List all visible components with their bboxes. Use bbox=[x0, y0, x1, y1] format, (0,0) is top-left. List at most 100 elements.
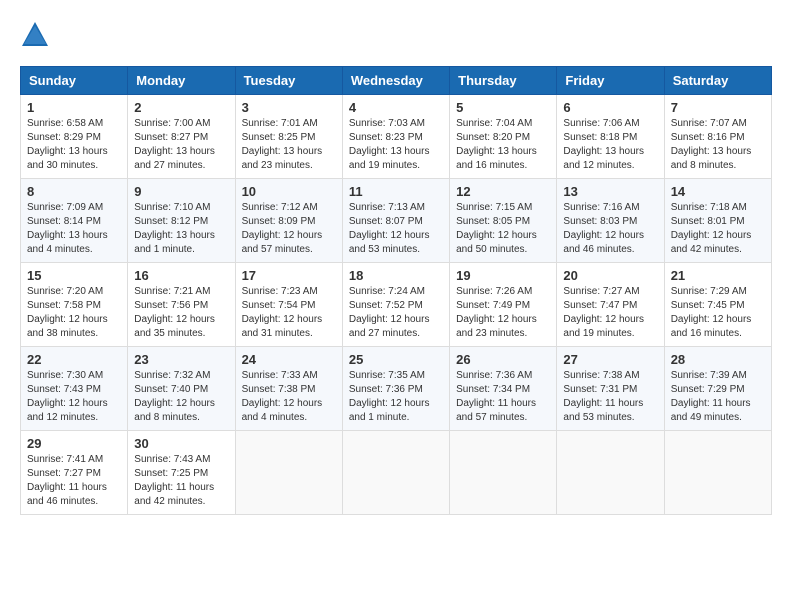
day-info: Sunrise: 7:00 AMSunset: 8:27 PMDaylight:… bbox=[134, 117, 228, 173]
calendar-week-row: 15Sunrise: 7:20 AMSunset: 7:58 PMDayligh… bbox=[21, 263, 772, 347]
day-number: 20 bbox=[563, 268, 657, 283]
day-info: Sunrise: 7:04 AMSunset: 8:20 PMDaylight:… bbox=[456, 117, 550, 173]
day-info: Sunrise: 7:43 AMSunset: 7:25 PMDaylight:… bbox=[134, 453, 228, 509]
day-info: Sunrise: 7:41 AMSunset: 7:27 PMDaylight:… bbox=[27, 453, 121, 509]
day-number: 25 bbox=[349, 352, 443, 367]
calendar-header-row: SundayMondayTuesdayWednesdayThursdayFrid… bbox=[21, 67, 772, 95]
day-info: Sunrise: 7:18 AMSunset: 8:01 PMDaylight:… bbox=[671, 201, 765, 257]
table-row: 1 Sunrise: 6:58 AMSunset: 8:29 PMDaylight… bbox=[21, 95, 128, 179]
logo bbox=[20, 20, 54, 50]
day-info: Sunrise: 7:32 AMSunset: 7:40 PMDaylight:… bbox=[134, 369, 228, 425]
table-row: 16 Sunrise: 7:21 AMSunset: 7:56 PMDayligh… bbox=[128, 263, 235, 347]
day-number: 21 bbox=[671, 268, 765, 283]
table-row bbox=[557, 431, 664, 515]
day-info: Sunrise: 7:27 AMSunset: 7:47 PMDaylight:… bbox=[563, 285, 657, 341]
table-row: 26Sunrise: 7:36 AMSunset: 7:34 PMDayligh… bbox=[450, 347, 557, 431]
day-info: Sunrise: 7:06 AMSunset: 8:18 PMDaylight:… bbox=[563, 117, 657, 173]
calendar-table: SundayMondayTuesdayWednesdayThursdayFrid… bbox=[20, 66, 772, 515]
day-info: Sunrise: 7:15 AMSunset: 8:05 PMDaylight:… bbox=[456, 201, 550, 257]
column-header-monday: Monday bbox=[128, 67, 235, 95]
table-row: 14 Sunrise: 7:18 AMSunset: 8:01 PMDayligh… bbox=[664, 179, 771, 263]
column-header-saturday: Saturday bbox=[664, 67, 771, 95]
table-row bbox=[342, 431, 449, 515]
day-info: Sunrise: 7:23 AMSunset: 7:54 PMDaylight:… bbox=[242, 285, 336, 341]
day-number: 16 bbox=[134, 268, 228, 283]
table-row: 2Sunrise: 7:00 AMSunset: 8:27 PMDaylight… bbox=[128, 95, 235, 179]
day-info: Sunrise: 7:29 AMSunset: 7:45 PMDaylight:… bbox=[671, 285, 765, 341]
day-info: Sunrise: 7:21 AMSunset: 7:56 PMDaylight:… bbox=[134, 285, 228, 341]
day-number: 5 bbox=[456, 100, 550, 115]
table-row: 15Sunrise: 7:20 AMSunset: 7:58 PMDayligh… bbox=[21, 263, 128, 347]
column-header-tuesday: Tuesday bbox=[235, 67, 342, 95]
table-row: 21 Sunrise: 7:29 AMSunset: 7:45 PMDayligh… bbox=[664, 263, 771, 347]
day-number: 29 bbox=[27, 436, 121, 451]
page-header bbox=[20, 20, 772, 50]
day-number: 13 bbox=[563, 184, 657, 199]
table-row bbox=[664, 431, 771, 515]
table-row: 13Sunrise: 7:16 AMSunset: 8:03 PMDayligh… bbox=[557, 179, 664, 263]
logo-icon bbox=[20, 20, 50, 50]
day-number: 30 bbox=[134, 436, 228, 451]
table-row: 19Sunrise: 7:26 AMSunset: 7:49 PMDayligh… bbox=[450, 263, 557, 347]
day-number: 1 bbox=[27, 100, 121, 115]
day-number: 24 bbox=[242, 352, 336, 367]
day-number: 26 bbox=[456, 352, 550, 367]
table-row: 9 Sunrise: 7:10 AMSunset: 8:12 PMDaylight… bbox=[128, 179, 235, 263]
day-number: 22 bbox=[27, 352, 121, 367]
day-info: Sunrise: 7:13 AMSunset: 8:07 PMDaylight:… bbox=[349, 201, 443, 257]
day-number: 12 bbox=[456, 184, 550, 199]
table-row: 6 Sunrise: 7:06 AMSunset: 8:18 PMDaylight… bbox=[557, 95, 664, 179]
column-header-friday: Friday bbox=[557, 67, 664, 95]
day-number: 23 bbox=[134, 352, 228, 367]
day-info: Sunrise: 7:01 AMSunset: 8:25 PMDaylight:… bbox=[242, 117, 336, 173]
table-row: 5 Sunrise: 7:04 AMSunset: 8:20 PMDaylight… bbox=[450, 95, 557, 179]
table-row: 28 Sunrise: 7:39 AMSunset: 7:29 PMDayligh… bbox=[664, 347, 771, 431]
table-row: 18Sunrise: 7:24 AMSunset: 7:52 PMDayligh… bbox=[342, 263, 449, 347]
day-number: 17 bbox=[242, 268, 336, 283]
day-info: Sunrise: 7:38 AMSunset: 7:31 PMDaylight:… bbox=[563, 369, 657, 425]
table-row: 10 Sunrise: 7:12 AMSunset: 8:09 PMDayligh… bbox=[235, 179, 342, 263]
table-row: 7Sunrise: 7:07 AMSunset: 8:16 PMDaylight… bbox=[664, 95, 771, 179]
table-row: 8 Sunrise: 7:09 AMSunset: 8:14 PMDaylight… bbox=[21, 179, 128, 263]
day-number: 8 bbox=[27, 184, 121, 199]
day-info: Sunrise: 7:12 AMSunset: 8:09 PMDaylight:… bbox=[242, 201, 336, 257]
table-row: 24 Sunrise: 7:33 AMSunset: 7:38 PMDayligh… bbox=[235, 347, 342, 431]
day-info: Sunrise: 7:39 AMSunset: 7:29 PMDaylight:… bbox=[671, 369, 765, 425]
day-info: Sunrise: 7:03 AMSunset: 8:23 PMDaylight:… bbox=[349, 117, 443, 173]
day-number: 10 bbox=[242, 184, 336, 199]
table-row: 22 Sunrise: 7:30 AMSunset: 7:43 PMDayligh… bbox=[21, 347, 128, 431]
day-info: Sunrise: 7:33 AMSunset: 7:38 PMDaylight:… bbox=[242, 369, 336, 425]
calendar-week-row: 22 Sunrise: 7:30 AMSunset: 7:43 PMDayligh… bbox=[21, 347, 772, 431]
day-number: 4 bbox=[349, 100, 443, 115]
table-row: 4 Sunrise: 7:03 AMSunset: 8:23 PMDaylight… bbox=[342, 95, 449, 179]
table-row bbox=[450, 431, 557, 515]
table-row: 29 Sunrise: 7:41 AMSunset: 7:27 PMDayligh… bbox=[21, 431, 128, 515]
day-info: Sunrise: 6:58 AMSunset: 8:29 PMDaylight:… bbox=[27, 117, 121, 173]
column-header-wednesday: Wednesday bbox=[342, 67, 449, 95]
day-number: 11 bbox=[349, 184, 443, 199]
table-row: 20 Sunrise: 7:27 AMSunset: 7:47 PMDayligh… bbox=[557, 263, 664, 347]
calendar-week-row: 1 Sunrise: 6:58 AMSunset: 8:29 PMDaylight… bbox=[21, 95, 772, 179]
day-number: 18 bbox=[349, 268, 443, 283]
table-row: 17 Sunrise: 7:23 AMSunset: 7:54 PMDayligh… bbox=[235, 263, 342, 347]
day-info: Sunrise: 7:10 AMSunset: 8:12 PMDaylight:… bbox=[134, 201, 228, 257]
day-number: 19 bbox=[456, 268, 550, 283]
calendar-week-row: 8 Sunrise: 7:09 AMSunset: 8:14 PMDaylight… bbox=[21, 179, 772, 263]
table-row: 12 Sunrise: 7:15 AMSunset: 8:05 PMDayligh… bbox=[450, 179, 557, 263]
day-number: 14 bbox=[671, 184, 765, 199]
table-row bbox=[235, 431, 342, 515]
day-info: Sunrise: 7:09 AMSunset: 8:14 PMDaylight:… bbox=[27, 201, 121, 257]
table-row: 3Sunrise: 7:01 AMSunset: 8:25 PMDaylight… bbox=[235, 95, 342, 179]
day-info: Sunrise: 7:20 AMSunset: 7:58 PMDaylight:… bbox=[27, 285, 121, 341]
column-header-sunday: Sunday bbox=[21, 67, 128, 95]
column-header-thursday: Thursday bbox=[450, 67, 557, 95]
day-number: 9 bbox=[134, 184, 228, 199]
table-row: 11 Sunrise: 7:13 AMSunset: 8:07 PMDayligh… bbox=[342, 179, 449, 263]
day-number: 6 bbox=[563, 100, 657, 115]
day-info: Sunrise: 7:35 AMSunset: 7:36 PMDaylight:… bbox=[349, 369, 443, 425]
table-row: 30 Sunrise: 7:43 AMSunset: 7:25 PMDayligh… bbox=[128, 431, 235, 515]
day-info: Sunrise: 7:30 AMSunset: 7:43 PMDaylight:… bbox=[27, 369, 121, 425]
day-number: 28 bbox=[671, 352, 765, 367]
table-row: 23 Sunrise: 7:32 AMSunset: 7:40 PMDayligh… bbox=[128, 347, 235, 431]
calendar-week-row: 29 Sunrise: 7:41 AMSunset: 7:27 PMDayligh… bbox=[21, 431, 772, 515]
